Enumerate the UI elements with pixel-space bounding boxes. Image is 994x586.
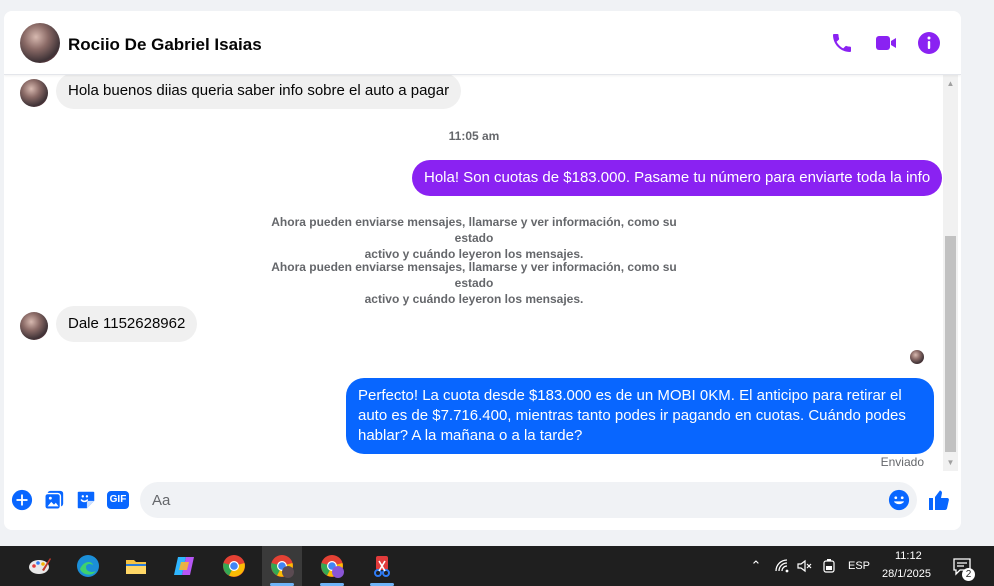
taskbar-app-chrome-profile[interactable] xyxy=(312,546,352,586)
incoming-message[interactable]: Dale 1152628962 xyxy=(56,306,198,342)
chrome-icon xyxy=(223,555,245,577)
sender-avatar[interactable] xyxy=(20,79,48,107)
info-icon[interactable] xyxy=(917,31,941,55)
taskbar-app-chrome-profile-active[interactable] xyxy=(262,546,302,586)
seen-indicator-avatar xyxy=(910,350,924,364)
taskbar-app-copilot[interactable] xyxy=(164,546,204,586)
system-message-line: Ahora pueden enviarse mensajes, llamarse… xyxy=(271,260,677,290)
message-list[interactable]: Hola buenos diias queria saber info sobr… xyxy=(4,75,944,471)
chrome-profile-icon xyxy=(321,555,344,578)
battery-icon[interactable] xyxy=(821,558,837,574)
paint-palette-icon xyxy=(29,558,51,574)
wifi-icon[interactable] xyxy=(774,558,790,574)
taskbar-app-paint[interactable] xyxy=(20,546,60,586)
thumbs-up-icon[interactable] xyxy=(927,488,951,512)
notification-count-badge: 2 xyxy=(962,568,975,581)
chat-window: Rociio De Gabriel Isaias Hola buenos dii… xyxy=(4,11,961,530)
gif-icon[interactable]: GIF xyxy=(107,491,129,509)
scroll-up-arrow[interactable]: ▲ xyxy=(943,75,958,92)
emoji-icon[interactable] xyxy=(888,489,910,511)
message-line: Perfecto! La cuota desde $183.000 es de … xyxy=(358,387,902,404)
speaker-muted-icon[interactable] xyxy=(796,558,812,574)
language-indicator[interactable]: ESP xyxy=(848,560,870,572)
chevron-up-icon[interactable]: ⌃ xyxy=(748,558,764,574)
chrome-profile-icon xyxy=(271,555,294,578)
sticker-icon[interactable] xyxy=(75,489,97,511)
contact-avatar[interactable] xyxy=(20,23,60,63)
scissors-icon xyxy=(374,556,390,577)
outgoing-message[interactable]: Perfecto! La cuota desde $183.000 es de … xyxy=(346,378,934,454)
contact-name[interactable]: Rociio De Gabriel Isaias xyxy=(68,35,262,55)
taskbar-app-edge[interactable] xyxy=(68,546,108,586)
message-timestamp: 11:05 am xyxy=(448,129,500,143)
message-input[interactable] xyxy=(152,490,872,510)
system-message: Ahora pueden enviarse mensajes, llamarse… xyxy=(254,214,694,262)
message-line: hablar? A la mañana o a la tarde? xyxy=(358,427,583,444)
scroll-down-arrow[interactable]: ▼ xyxy=(943,454,958,471)
clock-time[interactable]: 11:12 xyxy=(895,550,922,562)
phone-call-icon[interactable] xyxy=(830,31,854,55)
video-call-icon[interactable] xyxy=(874,31,898,55)
taskbar-app-snipping-tool[interactable] xyxy=(362,546,402,586)
sender-avatar[interactable] xyxy=(20,312,48,340)
incoming-message[interactable]: Hola buenos diias queria saber info sobr… xyxy=(56,75,462,109)
windows-taskbar: ⌃ ESP 11:12 28/1/2025 2 xyxy=(0,546,994,586)
taskbar-app-chrome[interactable] xyxy=(214,546,254,586)
photo-icon[interactable] xyxy=(43,489,65,511)
folder-icon xyxy=(126,560,146,574)
scrollbar[interactable]: ▲ ▼ xyxy=(943,75,958,471)
copilot-icon xyxy=(174,557,194,575)
chat-header: Rociio De Gabriel Isaias xyxy=(4,11,961,75)
edge-browser-icon xyxy=(77,555,99,577)
outgoing-message[interactable]: Hola! Son cuotas de $183.000. Pasame tu … xyxy=(412,160,943,196)
message-line: auto es de $7.716.400, mientras tanto po… xyxy=(358,407,906,424)
system-message-line: Ahora pueden enviarse mensajes, llamarse… xyxy=(271,215,677,245)
taskbar-app-file-explorer[interactable] xyxy=(116,546,156,586)
message-status: Enviado xyxy=(880,455,924,469)
message-composer: GIF xyxy=(4,471,961,530)
plus-icon[interactable] xyxy=(11,489,33,511)
message-input-wrapper xyxy=(140,482,917,518)
scroll-thumb[interactable] xyxy=(945,236,956,452)
system-message-line: activo y cuándo leyeron los mensajes. xyxy=(364,292,584,306)
clock-date[interactable]: 28/1/2025 xyxy=(882,568,931,580)
system-message: Ahora pueden enviarse mensajes, llamarse… xyxy=(254,259,694,307)
